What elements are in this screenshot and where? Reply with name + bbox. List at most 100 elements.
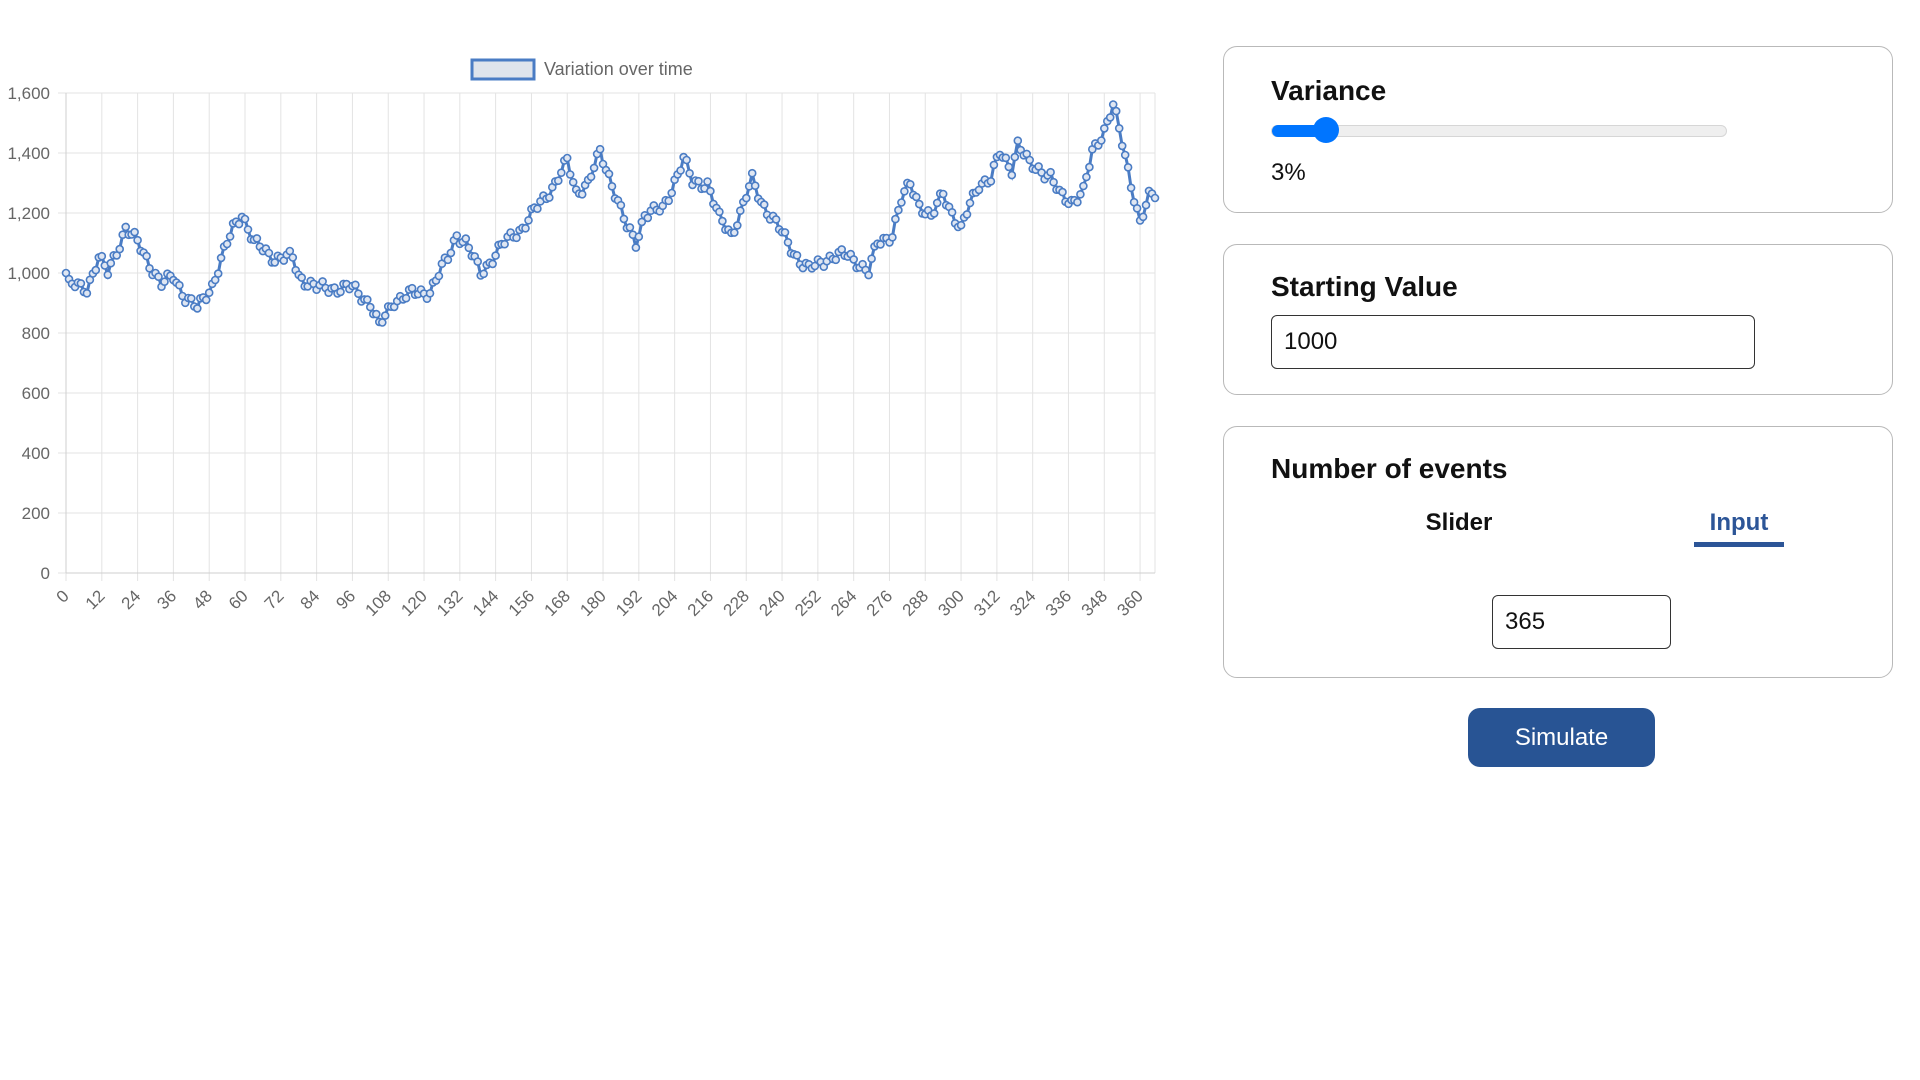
data-point [103, 270, 113, 280]
y-tick-label: 200 [22, 504, 50, 523]
data-point [891, 214, 900, 224]
data-point [187, 294, 196, 303]
x-tick-label: 120 [397, 586, 430, 619]
data-point [849, 255, 859, 264]
data-point [962, 210, 972, 219]
data-point [288, 253, 298, 262]
data-point [1105, 113, 1115, 122]
data-point [792, 251, 802, 260]
data-point [297, 273, 307, 282]
legend-label[interactable]: Variation over time [544, 59, 693, 79]
number-of-events-title: Number of events [1271, 453, 1508, 484]
simulate-button[interactable]: Simulate [1468, 708, 1655, 767]
data-point [562, 153, 572, 163]
data-point [676, 166, 685, 175]
tab-slider[interactable]: Slider [1394, 509, 1524, 537]
data-point [1046, 167, 1055, 177]
chart-legend[interactable]: Variation over time [470, 58, 693, 81]
starting-value-card: Starting Value [1223, 244, 1893, 395]
data-point [553, 176, 563, 185]
data-point [434, 271, 444, 281]
data-point [201, 295, 211, 305]
line-chart: 0 12 24 36 48 60 72 84 96 108 120 132 144 156 168 180 19… [0, 40, 1170, 640]
data-point [565, 170, 575, 179]
data-point [625, 223, 635, 232]
data-point [556, 168, 566, 177]
x-tick-label: 72 [261, 586, 288, 613]
data-point [1126, 183, 1136, 193]
data-point [425, 289, 435, 298]
data-point [864, 270, 873, 280]
data-point [595, 144, 605, 154]
data-point [1138, 212, 1148, 222]
chart-svg: 0 12 24 36 48 60 72 84 96 108 120 132 144 156 168 180 19… [7, 58, 1160, 620]
starting-value-title: Starting Value [1271, 271, 1458, 302]
data-point [894, 205, 903, 215]
x-tick-label: 36 [153, 586, 180, 613]
data-point [142, 251, 151, 261]
data-point [154, 272, 163, 281]
data-point [1141, 200, 1151, 210]
data-point [1049, 177, 1058, 187]
number-of-events-card: Number of events Slider Input [1223, 426, 1893, 678]
x-tick-label: 60 [225, 586, 252, 613]
data-point [533, 204, 542, 213]
data-point [225, 232, 235, 241]
data-point [914, 199, 924, 209]
data-point [929, 209, 939, 218]
data-point [900, 187, 909, 196]
x-tick-label: 132 [433, 586, 466, 619]
x-tick-label: 48 [189, 586, 216, 613]
data-point [911, 192, 921, 202]
data-point [1079, 181, 1088, 191]
x-tick-label: 276 [863, 586, 896, 619]
data-point [133, 235, 142, 245]
data-point [336, 287, 345, 297]
x-tick-label: 360 [1113, 586, 1146, 619]
number-of-events-input[interactable] [1492, 595, 1671, 649]
variance-slider-thumb[interactable] [1313, 117, 1339, 143]
data-point [729, 228, 739, 237]
data-point [1001, 153, 1011, 163]
x-tick-label: 144 [469, 586, 502, 619]
data-point [264, 248, 274, 258]
y-tick-label: 600 [22, 384, 50, 403]
data-point [586, 172, 596, 182]
variance-slider-track[interactable] [1271, 125, 1727, 137]
data-point [234, 219, 244, 229]
legend-swatch[interactable] [470, 58, 536, 81]
data-point [732, 221, 742, 230]
data-point [607, 182, 617, 191]
data-point [371, 309, 381, 319]
data-point [703, 177, 712, 186]
x-tick-label: 156 [505, 586, 538, 619]
data-point [443, 255, 453, 265]
data-point [512, 233, 521, 243]
data-point [121, 222, 130, 232]
data-point [706, 186, 715, 196]
data-point [831, 255, 841, 265]
data-point [1111, 106, 1121, 116]
data-point [1076, 190, 1085, 199]
data-point [867, 254, 876, 263]
data-point [91, 265, 101, 275]
data-point [175, 280, 184, 290]
active-tab-indicator [1694, 542, 1784, 547]
data-point [491, 251, 500, 260]
data-point [897, 198, 906, 207]
y-tick-label: 1,400 [7, 144, 50, 163]
data-point [380, 311, 390, 320]
starting-value-input[interactable] [1271, 315, 1755, 369]
data-point [160, 277, 169, 286]
data-point [905, 180, 915, 189]
data-point [1058, 187, 1067, 197]
data-point [759, 200, 769, 209]
data-point [473, 257, 483, 266]
data-point [252, 234, 262, 243]
data-point [741, 193, 751, 203]
data-point [715, 207, 724, 217]
data-point [938, 189, 948, 199]
x-tick-label: 216 [684, 586, 717, 619]
tab-input[interactable]: Input [1694, 509, 1784, 537]
data-point [1097, 136, 1106, 145]
